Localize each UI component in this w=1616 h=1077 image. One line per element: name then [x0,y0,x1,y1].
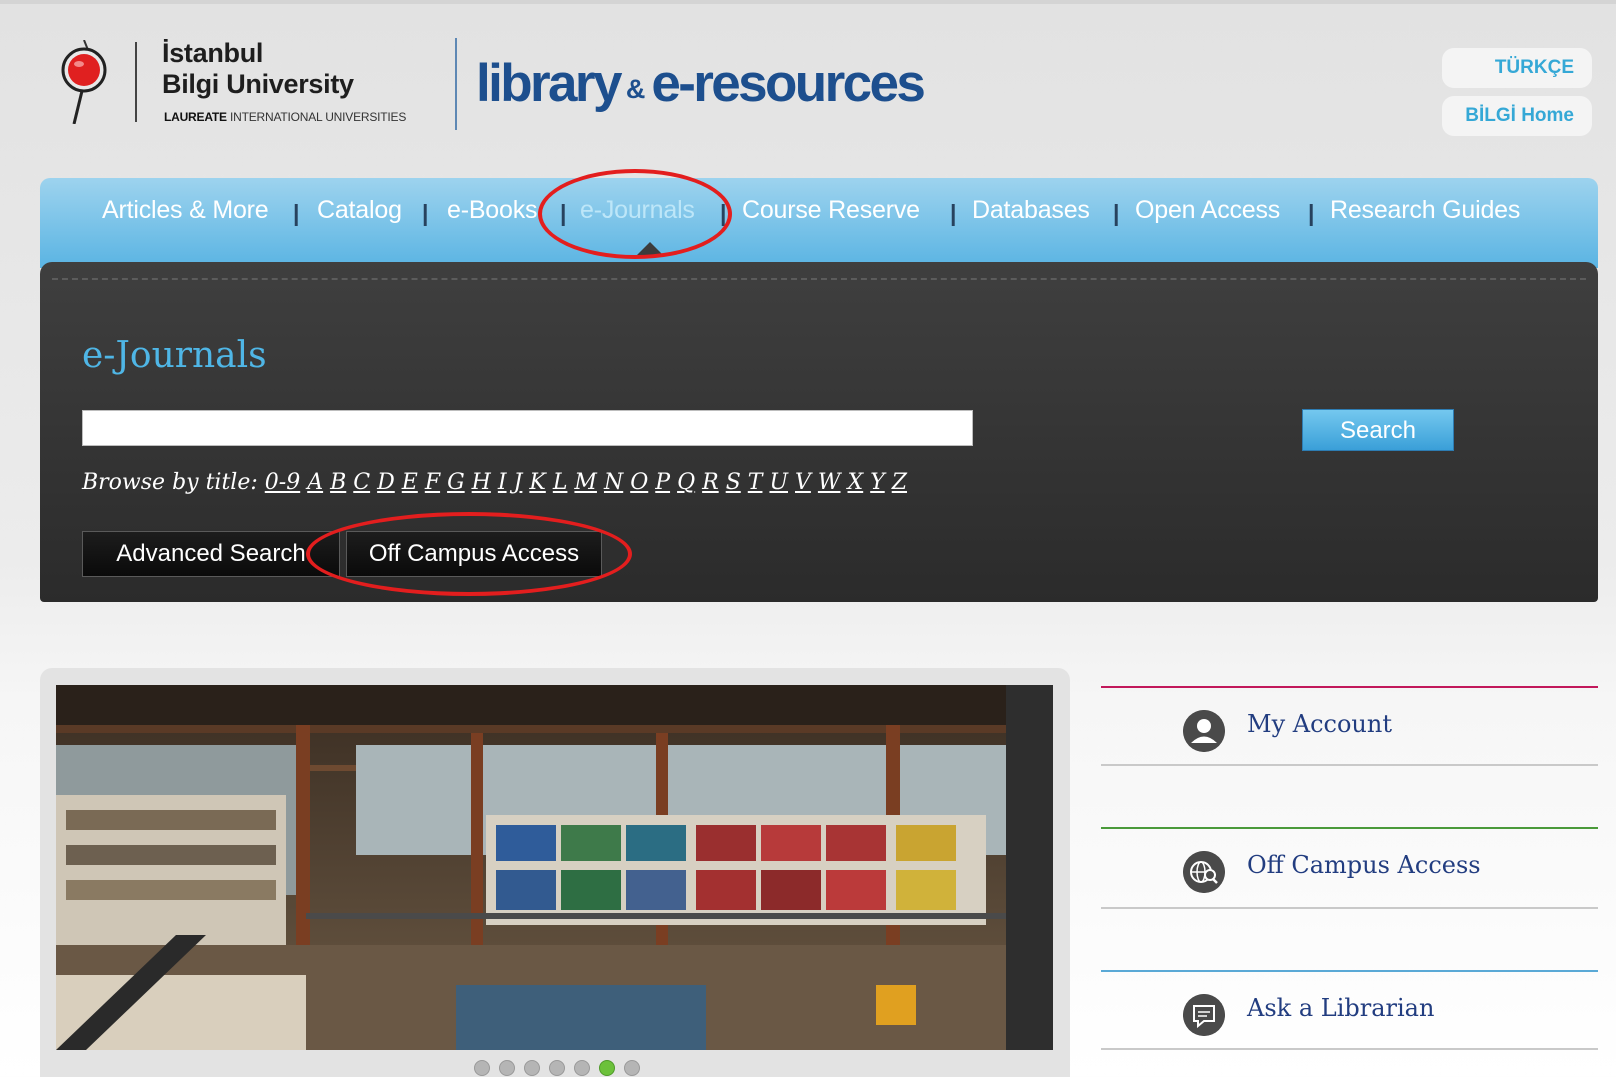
nav-separator: | [1308,200,1315,226]
nav-separator: | [950,200,957,226]
browse-letter-link[interactable]: B [330,470,346,495]
browse-letter-link[interactable]: A [307,470,323,495]
main-nav: Articles & More | Catalog | e-Books | e-… [40,178,1598,268]
browse-letter-link[interactable]: H [472,470,491,495]
quicklink-ask-a-librarian[interactable]: Ask a Librarian [1101,970,1598,1050]
browse-letter-link[interactable]: C [353,470,370,495]
search-button[interactable]: Search [1302,409,1454,451]
turkish-language-button[interactable]: TÜRKÇE [1442,48,1592,88]
nav-research-guides[interactable]: Research Guides [1330,196,1520,225]
browse-by-title: Browse by title: 0-9 A B C D E F G H I J K L M N O P Q R S T U… [82,470,914,495]
browse-letter-link[interactable]: X [848,470,864,495]
browse-letter-link[interactable]: J [514,470,523,495]
browse-letter-link[interactable]: 0-9 [265,470,300,495]
nav-databases[interactable]: Databases [972,196,1090,225]
quicklink-my-account[interactable]: My Account [1101,686,1598,766]
library-interior-photo [56,685,1053,1050]
slider-dot[interactable] [599,1060,615,1076]
browse-letter-link[interactable]: F [425,470,440,495]
quicklink-bottom-rule [1101,764,1598,766]
slider-dot[interactable] [549,1060,565,1076]
nav-separator: | [1113,200,1120,226]
browse-letter-link[interactable]: S [726,470,741,495]
browse-letter-link[interactable]: W [818,470,841,495]
quicklink-label: Off Campus Access [1247,851,1481,879]
quicklink-top-rule [1101,827,1598,829]
panel-dashed-rule [52,278,1586,280]
nav-separator: | [293,200,300,226]
browse-letter-link[interactable]: O [630,470,648,495]
slider-dot[interactable] [524,1060,540,1076]
brand-ampersand: & [625,74,646,104]
browse-letter-link[interactable]: N [604,470,623,495]
browse-letter-link[interactable]: R [702,470,719,495]
top-border [0,0,1616,4]
nav-open-access[interactable]: Open Access [1135,196,1280,225]
slider-dot[interactable] [474,1060,490,1076]
laureate-rest: INTERNATIONAL UNIVERSITIES [229,110,407,124]
panel-title: e-Journals [82,335,267,376]
slider-dot[interactable] [574,1060,590,1076]
quicklink-top-rule [1101,686,1598,688]
browse-letter-link[interactable]: I [498,470,507,495]
browse-letter-link[interactable]: U [769,470,788,495]
quicklink-label: My Account [1247,710,1392,738]
nav-articles-more[interactable]: Articles & More [102,196,269,225]
quicklink-off-campus-access[interactable]: Off Campus Access [1101,827,1598,909]
bilgi-home-button[interactable]: BİLGİ Home [1442,96,1592,136]
browse-letter-link[interactable]: Q [677,470,695,495]
browse-letter-link[interactable]: Z [892,470,907,495]
quicklink-bottom-rule [1101,907,1598,909]
slider-dot[interactable] [499,1060,515,1076]
browse-letter-link[interactable]: P [655,470,670,495]
site-brand[interactable]: library & e-resources [476,48,926,125]
browse-letter-link[interactable]: M [574,470,597,495]
annotation-oval-ejournals [538,169,732,259]
browse-letter-link[interactable]: Y [870,470,885,495]
advanced-search-button[interactable]: Advanced Search [82,531,340,577]
quicklink-top-rule [1101,970,1598,972]
nav-catalog[interactable]: Catalog [317,196,402,225]
quicklink-bottom-rule [1101,1048,1598,1050]
browse-letter-link[interactable]: D [377,470,395,495]
chat-icon [1183,994,1225,1036]
browse-letters: 0-9 A B C D E F G H I J K L M N O P Q R S T U V W X Y Z [265,470,914,495]
browse-letter-link[interactable]: L [553,470,568,495]
laureate-bold: LAUREATE [164,110,227,124]
logo-divider [135,42,137,122]
university-name[interactable]: İstanbul Bilgi University [162,38,354,100]
university-name-line1: İstanbul [162,38,264,68]
university-name-line2: Bilgi University [162,69,354,99]
browse-letter-link[interactable]: K [529,470,545,495]
nav-ebooks[interactable]: e-Books [447,196,538,225]
globe-search-icon [1183,851,1225,893]
browse-letter-link[interactable]: V [795,470,811,495]
browse-letter-link[interactable]: T [748,470,763,495]
nav-course-reserve[interactable]: Course Reserve [742,196,920,225]
user-icon [1183,710,1225,752]
annotation-oval-off-campus [306,512,632,596]
browse-label: Browse by title: [82,470,258,495]
laureate-tagline: LAUREATE INTERNATIONAL UNIVERSITIES [164,110,406,124]
nav-separator: | [422,200,429,226]
brand-library: library [476,54,622,113]
ejournal-search-input[interactable] [82,410,973,446]
slider-dots [474,1060,640,1076]
browse-letter-link[interactable]: G [447,470,465,495]
bilgi-logo-icon[interactable] [60,40,108,124]
brand-eresources: e-resources [651,54,926,113]
slider-dot[interactable] [624,1060,640,1076]
brand-divider [455,38,457,130]
browse-letter-link[interactable]: E [402,470,418,495]
quicklink-label: Ask a Librarian [1247,994,1435,1022]
